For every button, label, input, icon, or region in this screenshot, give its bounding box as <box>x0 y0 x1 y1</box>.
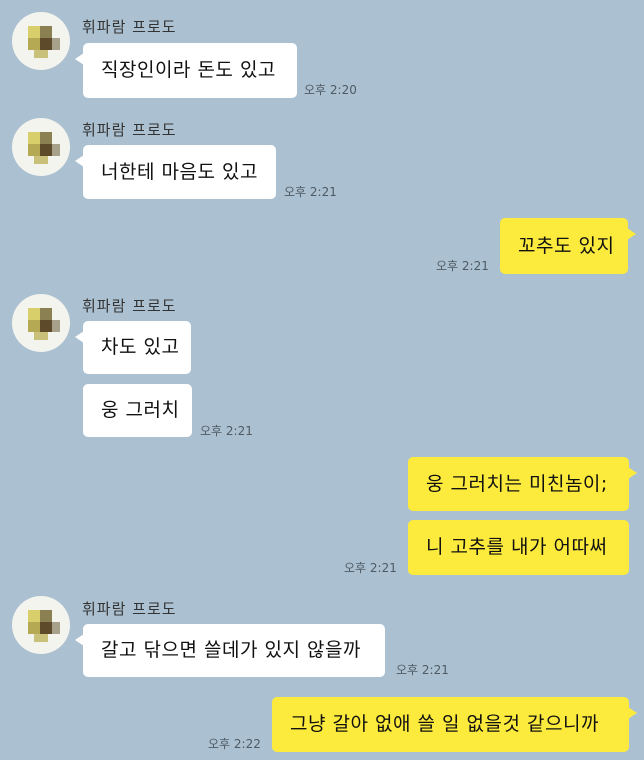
message-text: 니 고추를 내가 어따써 <box>426 536 608 558</box>
message-time: 오후 2:21 <box>200 424 253 438</box>
sender-name: 휘파람 프로도 <box>82 600 177 618</box>
message-bubble[interactable]: 웅 그러치 <box>83 384 192 437</box>
sender-avatar[interactable] <box>12 118 70 176</box>
message-text: 너한테 마음도 있고 <box>101 160 258 183</box>
message-text: 웅 그러치는 미친놈이; <box>426 472 608 495</box>
message-bubble[interactable]: 그냥 갈아 없애 쓸 일 없을것 같으니까 <box>272 697 637 752</box>
message-bubble[interactable]: 웅 그러치는 미친놈이; <box>408 457 637 511</box>
message-time: 오후 2:21 <box>436 259 489 273</box>
message-text: 꼬추도 있지 <box>518 234 615 257</box>
message-time: 오후 2:21 <box>396 663 449 677</box>
message-bubble[interactable]: 꼬추도 있지 <box>500 218 636 274</box>
message-time: 오후 2:22 <box>208 737 261 751</box>
message-bubble[interactable]: 차도 있고 <box>75 321 191 374</box>
sender-avatar[interactable] <box>12 596 70 654</box>
sender-name: 휘파람 프로도 <box>82 121 177 139</box>
message-time: 오후 2:21 <box>284 185 337 199</box>
message-text: 직장인이라 돈도 있고 <box>101 59 276 81</box>
sender-avatar[interactable] <box>12 294 70 352</box>
message-text: 차도 있고 <box>101 336 180 358</box>
message-text: 그냥 갈아 없애 쓸 일 없을것 같으니까 <box>290 713 599 735</box>
sender-avatar[interactable] <box>12 12 70 70</box>
sender-name: 휘파람 프로도 <box>82 297 177 315</box>
message-bubble[interactable]: 갈고 닦으면 쓸데가 있지 않을까 <box>75 624 385 677</box>
message-text: 웅 그러치 <box>101 399 180 421</box>
message-bubble[interactable]: 직장인이라 돈도 있고 <box>75 43 297 98</box>
message-bubble[interactable]: 니 고추를 내가 어따써 <box>408 520 629 575</box>
sender-name: 휘파람 프로도 <box>82 18 177 36</box>
message-bubble[interactable]: 너한테 마음도 있고 <box>75 145 276 199</box>
message-time: 오후 2:21 <box>344 561 397 575</box>
message-text: 갈고 닦으면 쓸데가 있지 않을까 <box>101 639 361 661</box>
message-time: 오후 2:20 <box>304 83 357 97</box>
